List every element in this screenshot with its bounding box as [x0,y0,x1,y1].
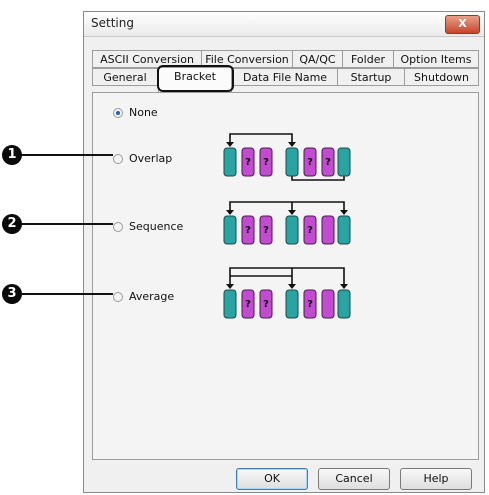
tab-general[interactable]: General [92,68,158,86]
overlap-vials [223,147,351,177]
tab-folder[interactable]: Folder [342,50,394,68]
cancel-button[interactable]: Cancel [318,468,390,490]
vial-unknown-label: ? [307,225,313,236]
vial-unknown-label: ? [263,225,269,236]
tab-ascii-conversion[interactable]: ASCII Conversion [92,50,202,68]
vial-unknown-label: ? [307,299,313,310]
callout-line-2 [21,223,113,225]
tab-option-items[interactable]: Option Items [393,50,479,68]
help-button[interactable]: Help [400,468,472,490]
radio-label-overlap: Overlap [129,152,173,165]
average-vials [223,289,351,319]
callout-number-3: 3 [2,284,22,304]
callout-line-1 [21,154,113,156]
callout-number-1: 1 [2,145,22,165]
callout-line-3 [21,293,113,295]
close-icon: X [458,17,467,30]
radio-button-sequence[interactable] [113,221,123,232]
radio-overlap[interactable]: Overlap [113,152,172,165]
sequence-vials [223,215,351,245]
vial-unknown-label: ? [263,157,269,168]
average-diagram: ? ? ? [223,267,351,319]
window-title: Setting [91,16,134,30]
radio-label-none: None [129,106,158,119]
vial-unknown-label: ? [245,225,251,236]
radio-label-average: Average [129,290,175,303]
radio-button-average[interactable] [113,291,123,302]
vial-unknown-label: ? [245,299,251,310]
tab-qa-qc[interactable]: QA/QC [292,50,343,68]
vial-unknown-label: ? [245,157,251,168]
radio-average[interactable]: Average [113,290,174,303]
callout-number-2: 2 [2,214,22,234]
close-button[interactable]: X [445,15,480,34]
radio-button-none[interactable] [113,107,123,118]
tab-shutdown[interactable]: Shutdown [404,68,479,86]
title-bar: Setting X [84,12,484,37]
sequence-diagram: ? ? ? [223,201,351,245]
radio-none[interactable]: None [113,106,158,119]
setting-dialog: Setting X ASCII Conversion File Conversi… [83,11,485,493]
tab-startup[interactable]: Startup [337,68,405,86]
radio-label-sequence: Sequence [129,220,184,233]
vial-unknown-label: ? [263,299,269,310]
tab-data-file-name[interactable]: Data File Name [232,68,338,86]
ok-button[interactable]: OK [236,468,308,490]
radio-button-overlap[interactable] [113,153,123,164]
radio-sequence[interactable]: Sequence [113,220,183,233]
tab-file-conversion[interactable]: File Conversion [201,50,293,68]
vial-unknown-label: ? [325,157,331,168]
overlap-diagram: ? ? ? ? [223,133,351,181]
vial-unknown-label: ? [307,157,313,168]
tab-bracket[interactable]: Bracket [158,67,232,92]
